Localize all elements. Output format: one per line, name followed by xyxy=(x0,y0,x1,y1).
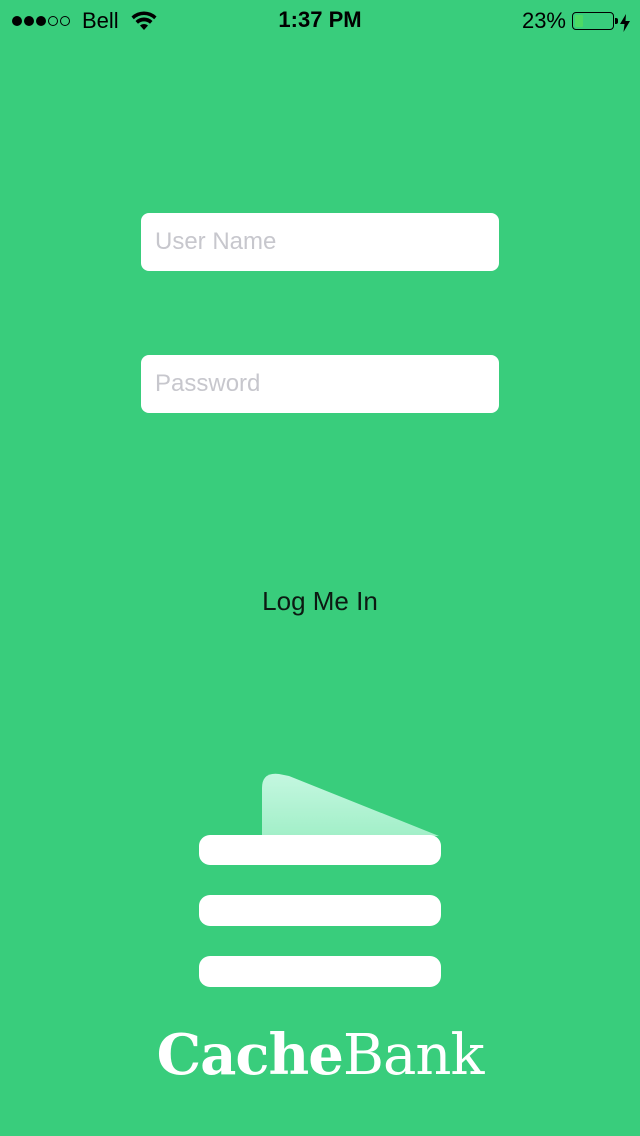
logo-bar-bottom xyxy=(199,956,441,987)
cachebank-logo-icon xyxy=(199,770,441,988)
login-screen: Bell 1:37 PM 23% User Name Log Me In Cac… xyxy=(0,0,640,1136)
username-input[interactable] xyxy=(141,213,499,271)
logo-flap xyxy=(262,773,439,836)
log-me-in-button[interactable]: Log Me In xyxy=(220,575,420,627)
logo-bar-top xyxy=(199,835,441,865)
battery-level-fill xyxy=(575,15,584,27)
battery-icon xyxy=(572,12,618,30)
brand-name-cache: Cache xyxy=(156,1022,344,1088)
brand-name-bank: Bank xyxy=(342,1023,485,1088)
password-input[interactable] xyxy=(141,355,499,413)
password-field-container xyxy=(141,355,499,413)
username-field-container xyxy=(141,213,499,271)
brand-name: CacheBank xyxy=(0,1022,640,1088)
status-bar: Bell 1:37 PM 23% xyxy=(0,0,640,40)
logo-bar-middle xyxy=(199,895,441,926)
status-right: 23% xyxy=(522,8,630,34)
charging-bolt-icon xyxy=(620,12,630,32)
battery-percent: 23% xyxy=(521,8,566,33)
